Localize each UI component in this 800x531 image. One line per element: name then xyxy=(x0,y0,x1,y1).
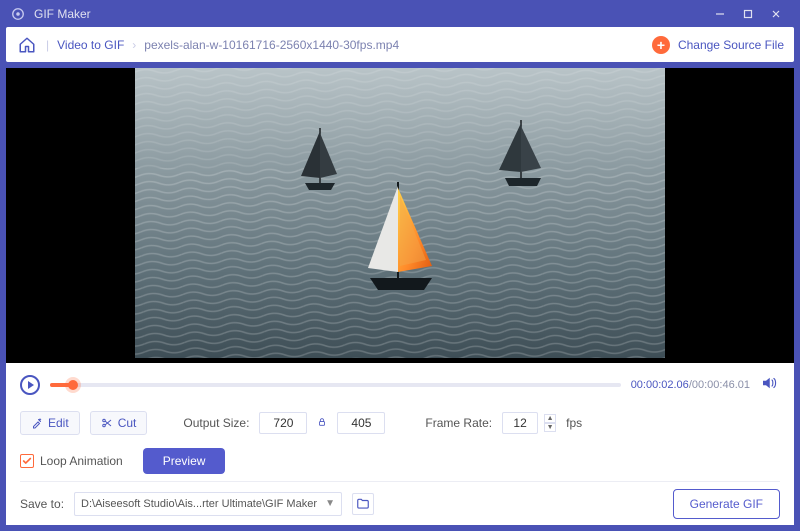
bottom-panel: 00:00:02.06/00:00:46.01 Edit Cut Output … xyxy=(6,363,794,525)
checkbox-icon xyxy=(20,454,34,468)
toolbar: | Video to GIF › pexels-alan-w-10161716-… xyxy=(6,27,794,62)
frame-rate-input[interactable] xyxy=(502,412,538,434)
chevron-down-icon: ▼ xyxy=(325,498,335,509)
timecode: 00:00:02.06/00:00:46.01 xyxy=(631,379,750,391)
save-path-text: D:\Aiseesoft Studio\Ais...rter Ultimate\… xyxy=(81,498,317,510)
loop-label-text: Loop Animation xyxy=(40,454,123,468)
cut-button[interactable]: Cut xyxy=(90,411,148,435)
frame-rate-label: Frame Rate: xyxy=(425,416,492,430)
plus-icon: + xyxy=(652,36,670,54)
fps-label: fps xyxy=(566,416,582,430)
height-input[interactable] xyxy=(337,412,385,434)
scissors-icon xyxy=(101,417,113,429)
save-to-label: Save to: xyxy=(20,497,64,511)
change-source-button[interactable]: + Change Source File xyxy=(652,36,784,54)
breadcrumb-mode[interactable]: Video to GIF xyxy=(57,38,124,52)
play-button[interactable] xyxy=(20,375,40,395)
save-row: Save to: D:\Aiseesoft Studio\Ais...rter … xyxy=(20,481,780,525)
save-path-dropdown[interactable]: D:\Aiseesoft Studio\Ais...rter Ultimate\… xyxy=(74,492,342,516)
home-button[interactable] xyxy=(16,34,38,56)
edit-label: Edit xyxy=(48,416,69,430)
play-icon xyxy=(28,381,34,389)
wand-icon xyxy=(31,417,43,429)
change-source-label: Change Source File xyxy=(678,38,784,52)
time-total: 00:00:46.01 xyxy=(692,379,750,391)
cut-label: Cut xyxy=(118,416,137,430)
frame-rate-spinner: ▲ ▼ xyxy=(544,414,556,432)
volume-button[interactable] xyxy=(760,374,780,397)
output-size-label: Output Size: xyxy=(183,416,249,430)
app-title: GIF Maker xyxy=(34,7,91,21)
app-window: GIF Maker | Video to GIF › pexels-alan-w… xyxy=(0,0,800,531)
app-logo-icon xyxy=(10,6,26,22)
width-input[interactable] xyxy=(259,412,307,434)
titlebar: GIF Maker xyxy=(0,0,800,27)
loop-animation-checkbox[interactable]: Loop Animation xyxy=(20,454,123,468)
preview-button[interactable]: Preview xyxy=(143,448,226,474)
edit-button[interactable]: Edit xyxy=(20,411,80,435)
generate-gif-button[interactable]: Generate GIF xyxy=(673,489,780,519)
lock-aspect-button[interactable] xyxy=(317,416,327,431)
maximize-button[interactable] xyxy=(734,4,762,24)
options-row: Loop Animation Preview xyxy=(20,443,780,479)
seek-slider[interactable] xyxy=(50,383,621,387)
frame-rate-down[interactable]: ▼ xyxy=(544,423,556,432)
frame-rate-up[interactable]: ▲ xyxy=(544,414,556,423)
video-canvas[interactable] xyxy=(135,68,665,363)
video-preview-area xyxy=(6,68,794,363)
close-button[interactable] xyxy=(762,4,790,24)
playbar: 00:00:02.06/00:00:46.01 xyxy=(20,371,780,399)
seek-thumb[interactable] xyxy=(68,380,78,390)
breadcrumb-separator: | xyxy=(46,38,49,52)
open-folder-button[interactable] xyxy=(352,493,374,515)
breadcrumb-filename: pexels-alan-w-10161716-2560x1440-30fps.m… xyxy=(144,38,399,52)
controls-row: Edit Cut Output Size: Frame Rate: ▲ ▼ fp… xyxy=(20,403,780,443)
time-current: 00:00:02.06 xyxy=(631,379,689,391)
chevron-right-icon: › xyxy=(132,38,136,52)
minimize-button[interactable] xyxy=(706,4,734,24)
